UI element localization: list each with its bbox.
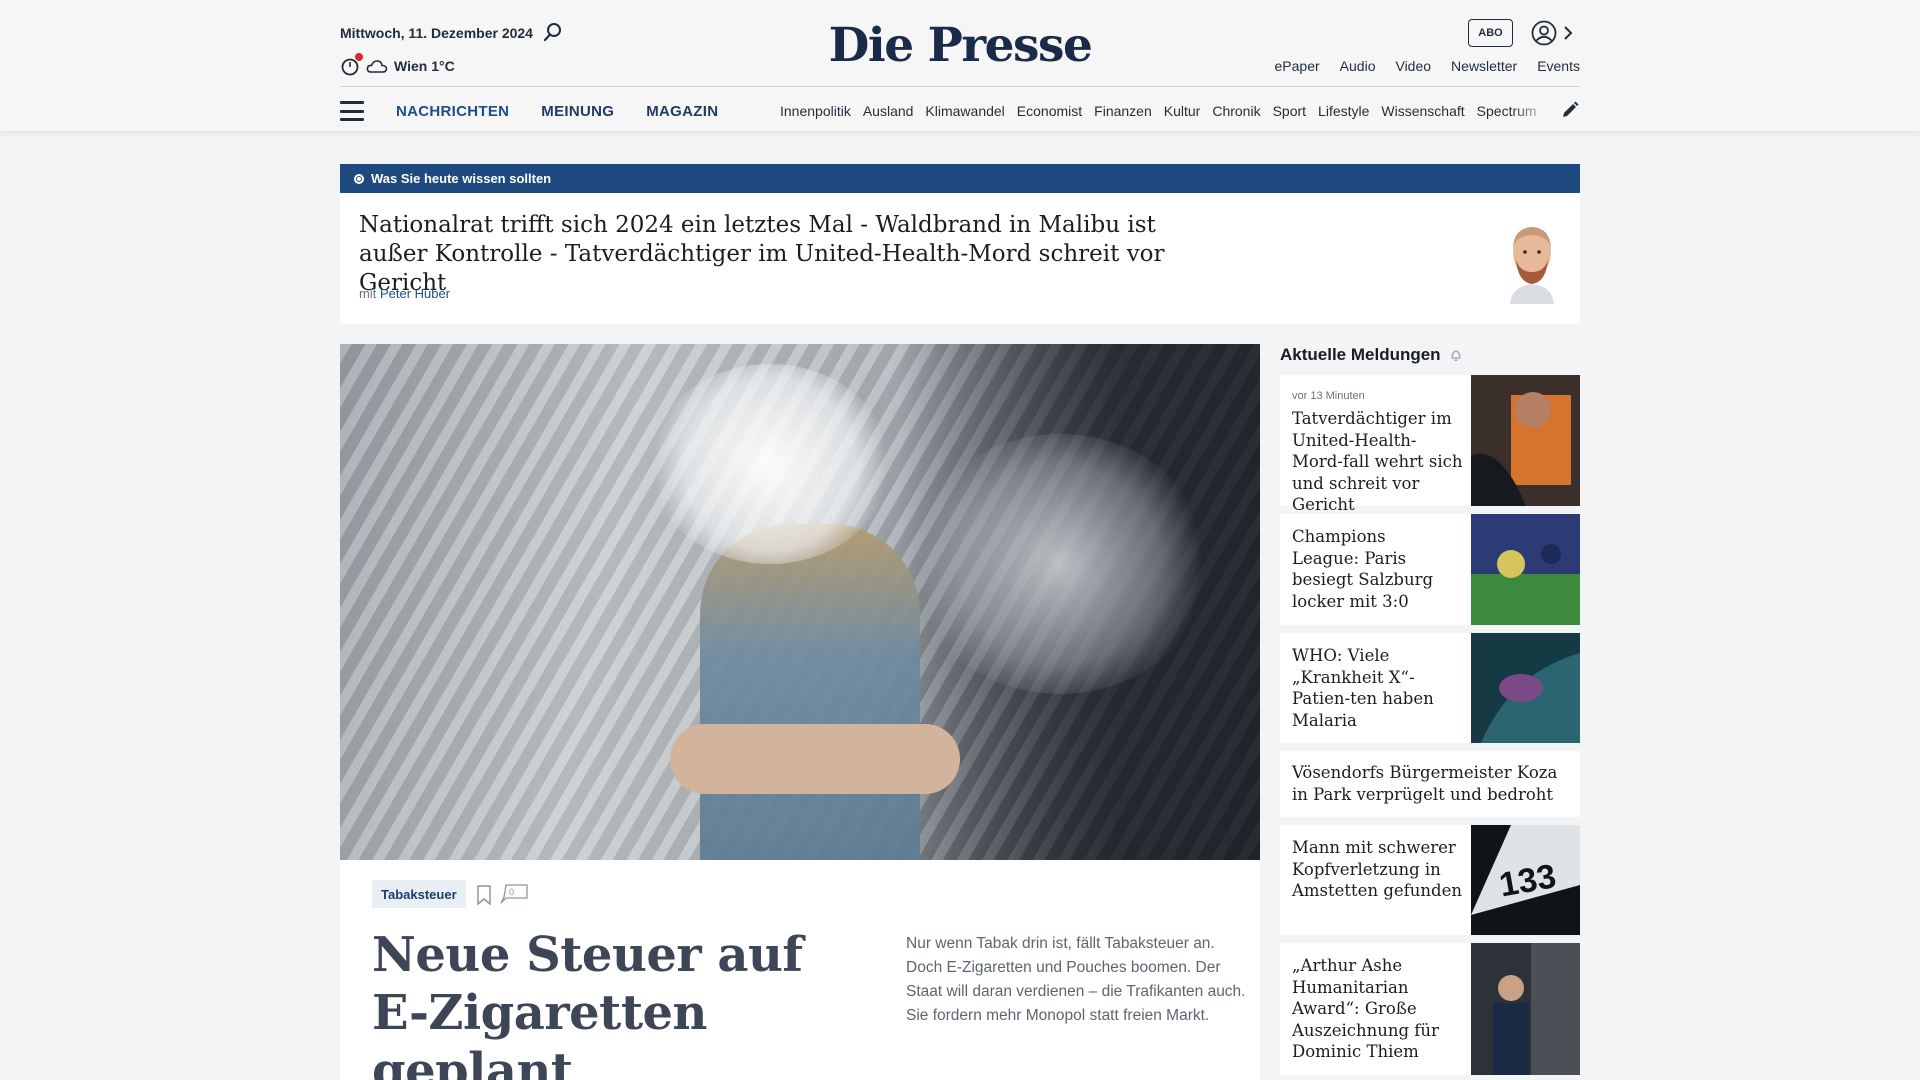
- news-item-thumbnail: [1471, 514, 1580, 625]
- briefing-headline[interactable]: Nationalrat trifft sich 2024 ein letztes…: [359, 211, 1199, 298]
- link-epaper[interactable]: ePaper: [1275, 58, 1320, 74]
- author-link[interactable]: Peter Huber: [380, 286, 450, 301]
- ressort-klimawandel[interactable]: Klimawandel: [925, 103, 1004, 119]
- news-ticker-title: Aktuelle Meldungen: [1280, 345, 1441, 364]
- news-item-title[interactable]: „Arthur Ashe Humanitarian Award“: Große …: [1292, 955, 1462, 1063]
- section-tabs: NACHRICHTEN MEINUNG MAGAZIN: [396, 103, 718, 120]
- ressort-spectrum[interactable]: Spectrum: [1477, 103, 1537, 119]
- news-item[interactable]: Mann mit schwerer Kopfverletzung in Amst…: [1280, 825, 1580, 935]
- ressort-chronik[interactable]: Chronik: [1212, 103, 1260, 119]
- pencil-icon: [1563, 101, 1579, 117]
- topic-tag[interactable]: Tabaksteuer: [372, 880, 466, 908]
- news-item-thumbnail: [1471, 943, 1580, 1075]
- news-item-thumbnail: 133: [1471, 825, 1580, 935]
- news-item-title[interactable]: Tatverdächtiger im United-Health-Mord-fa…: [1292, 408, 1464, 516]
- briefing-bar: Was Sie heute wissen sollten: [340, 164, 1580, 193]
- news-item[interactable]: Vösendorfs Bürgermeister Koza in Park ve…: [1280, 751, 1580, 817]
- lead-article[interactable]: Tabaksteuer 0 Neue Steuer auf E-Zigarett…: [340, 344, 1260, 1080]
- edit-button[interactable]: [1560, 100, 1580, 120]
- chevron-right-icon: [1564, 26, 1573, 40]
- ressort-wissenschaft[interactable]: Wissenschaft: [1381, 103, 1464, 119]
- tab-magazin[interactable]: MAGAZIN: [646, 103, 718, 120]
- link-audio[interactable]: Audio: [1340, 58, 1376, 74]
- news-item-title[interactable]: Champions League: Paris besiegt Salzburg…: [1292, 526, 1452, 612]
- site-logo[interactable]: Die Presse: [0, 18, 1920, 73]
- header-divider: [340, 86, 1580, 87]
- news-item-time: vor 13 Minuten: [1292, 390, 1365, 402]
- news-item-title[interactable]: Mann mit schwerer Kopfverletzung in Amst…: [1292, 837, 1464, 902]
- news-item-title[interactable]: WHO: Viele „Krankheit X“-Patien-ten habe…: [1292, 645, 1468, 731]
- ressort-sport[interactable]: Sport: [1273, 103, 1306, 119]
- bookmark-icon[interactable]: [476, 885, 492, 905]
- byline-prefix: mit: [359, 286, 377, 301]
- lead-article-image[interactable]: [340, 344, 1260, 860]
- news-item-thumbnail: [1471, 633, 1580, 743]
- news-item[interactable]: vor 13 Minuten Tatverdächtiger im United…: [1280, 375, 1580, 514]
- ressort-economist[interactable]: Economist: [1017, 103, 1082, 119]
- site-header: Mittwoch, 11. Dezember 2024 Wien 1°C Die…: [0, 0, 1920, 131]
- news-item-title[interactable]: Vösendorfs Bürgermeister Koza in Park ve…: [1292, 762, 1562, 805]
- news-item[interactable]: WHO: Viele „Krankheit X“-Patien-ten habe…: [1280, 633, 1580, 743]
- abo-button[interactable]: ABO: [1468, 19, 1513, 47]
- main-navigation: NACHRICHTEN MEINUNG MAGAZIN Innenpolitik…: [340, 96, 1580, 126]
- lead-headline[interactable]: Neue Steuer auf E-Zigaretten geplant: [372, 926, 852, 1080]
- link-video[interactable]: Video: [1395, 58, 1431, 74]
- news-item[interactable]: Champions League: Paris besiegt Salzburg…: [1280, 514, 1580, 625]
- lead-teaser: Nur wenn Tabak drin ist, fällt Tabaksteu…: [906, 935, 1246, 1024]
- daily-briefing[interactable]: Was Sie heute wissen sollten Nationalrat…: [340, 164, 1580, 324]
- ressort-innenpolitik[interactable]: Innenpolitik: [780, 103, 851, 119]
- ressort-nav: Innenpolitik Ausland Klimawandel Economi…: [780, 103, 1550, 119]
- news-ticker-heading: Aktuelle Meldungen: [1280, 345, 1463, 365]
- menu-icon[interactable]: [340, 101, 364, 121]
- bell-icon[interactable]: [1449, 348, 1463, 362]
- comment-count: 0: [509, 887, 515, 897]
- account-button[interactable]: [1531, 19, 1579, 47]
- briefing-byline: mit Peter Huber: [359, 286, 450, 301]
- live-dot-icon: [354, 173, 364, 184]
- tab-nachrichten[interactable]: NACHRICHTEN: [396, 103, 509, 120]
- link-newsletter[interactable]: Newsletter: [1451, 58, 1517, 74]
- news-item[interactable]: „Arthur Ashe Humanitarian Award“: Große …: [1280, 943, 1580, 1075]
- link-events[interactable]: Events: [1537, 58, 1580, 74]
- ressort-finanzen[interactable]: Finanzen: [1094, 103, 1152, 119]
- ressort-ausland[interactable]: Ausland: [863, 103, 914, 119]
- tab-meinung[interactable]: MEINUNG: [541, 103, 614, 120]
- user-icon: [1531, 20, 1557, 46]
- briefing-label: Was Sie heute wissen sollten: [371, 171, 552, 186]
- author-avatar: [1510, 227, 1554, 304]
- service-links: ePaper Audio Video Newsletter Events: [1275, 58, 1580, 74]
- ressort-kultur[interactable]: Kultur: [1164, 103, 1201, 119]
- news-item-thumbnail: [1471, 375, 1580, 506]
- ressort-lifestyle[interactable]: Lifestyle: [1318, 103, 1369, 119]
